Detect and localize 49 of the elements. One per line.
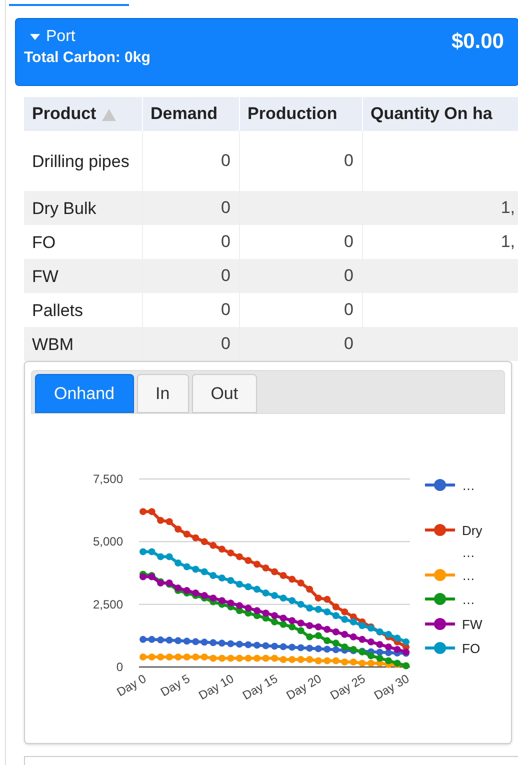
table-cell: 0 — [142, 191, 239, 225]
y-tick-label: 2,500 — [92, 597, 123, 612]
legend-marker-icon — [425, 569, 455, 581]
table-cell: 0 — [142, 225, 239, 259]
table-cell: Pallets — [24, 293, 142, 327]
x-tick-label: Day 15 — [240, 671, 280, 703]
legend-marker-icon — [425, 524, 455, 536]
x-tick-label: Day 30 — [372, 671, 412, 703]
table-cell: 0 — [142, 293, 239, 327]
table-cell: 1, — [362, 225, 518, 259]
table-cell: WBM — [24, 327, 142, 361]
legend-marker-icon — [425, 593, 455, 605]
table-cell: 0 — [239, 293, 362, 327]
table-cell: 0 — [239, 225, 362, 259]
legend-label: … — [462, 568, 475, 583]
y-tick-label: 7,500 — [92, 472, 123, 486]
table-cell: FW — [24, 259, 142, 293]
chart-tab[interactable]: In — [136, 374, 189, 413]
table-cell: 0 — [239, 327, 362, 361]
y-tick-label: 0 — [116, 660, 123, 674]
table-cell: 0 — [239, 131, 362, 191]
x-tick-label: Day 5 — [158, 671, 192, 700]
x-tick-label: Day 10 — [196, 671, 236, 703]
table-cell: Drilling pipes — [24, 131, 142, 191]
table-cell: FO — [24, 225, 142, 259]
port-title: Port — [46, 27, 76, 47]
legend-label: FW — [462, 617, 482, 632]
table-cell: 0 — [239, 259, 362, 293]
legend-marker-icon — [425, 479, 455, 491]
legend-label: Dry … — [462, 523, 482, 560]
legend-label: … — [462, 478, 475, 493]
x-tick-label: Day 0 — [114, 671, 148, 700]
table-cell: Dry Bulk — [24, 191, 142, 225]
x-tick-label: Day 25 — [328, 671, 368, 703]
legend-marker-icon — [425, 618, 455, 630]
legend-label: FO — [462, 641, 480, 656]
table-cell: 0 — [142, 327, 239, 361]
legend-label: … — [462, 592, 475, 607]
table-cell: 0 — [142, 259, 239, 293]
x-tick-label: Day 20 — [284, 671, 324, 703]
chart-tab[interactable]: Out — [192, 374, 258, 413]
total-cost: $0.00 — [451, 29, 504, 55]
table-cell: 0 — [142, 131, 239, 191]
y-tick-label: 5,000 — [92, 534, 123, 549]
port-header[interactable]: Port Total Carbon: 0kg $0.00 — [15, 18, 518, 86]
total-carbon: Total Carbon: 0kg — [24, 48, 150, 68]
legend-marker-icon — [425, 642, 455, 654]
table-cell: 1, — [362, 191, 518, 225]
chart-tab[interactable]: Onhand — [35, 374, 134, 413]
